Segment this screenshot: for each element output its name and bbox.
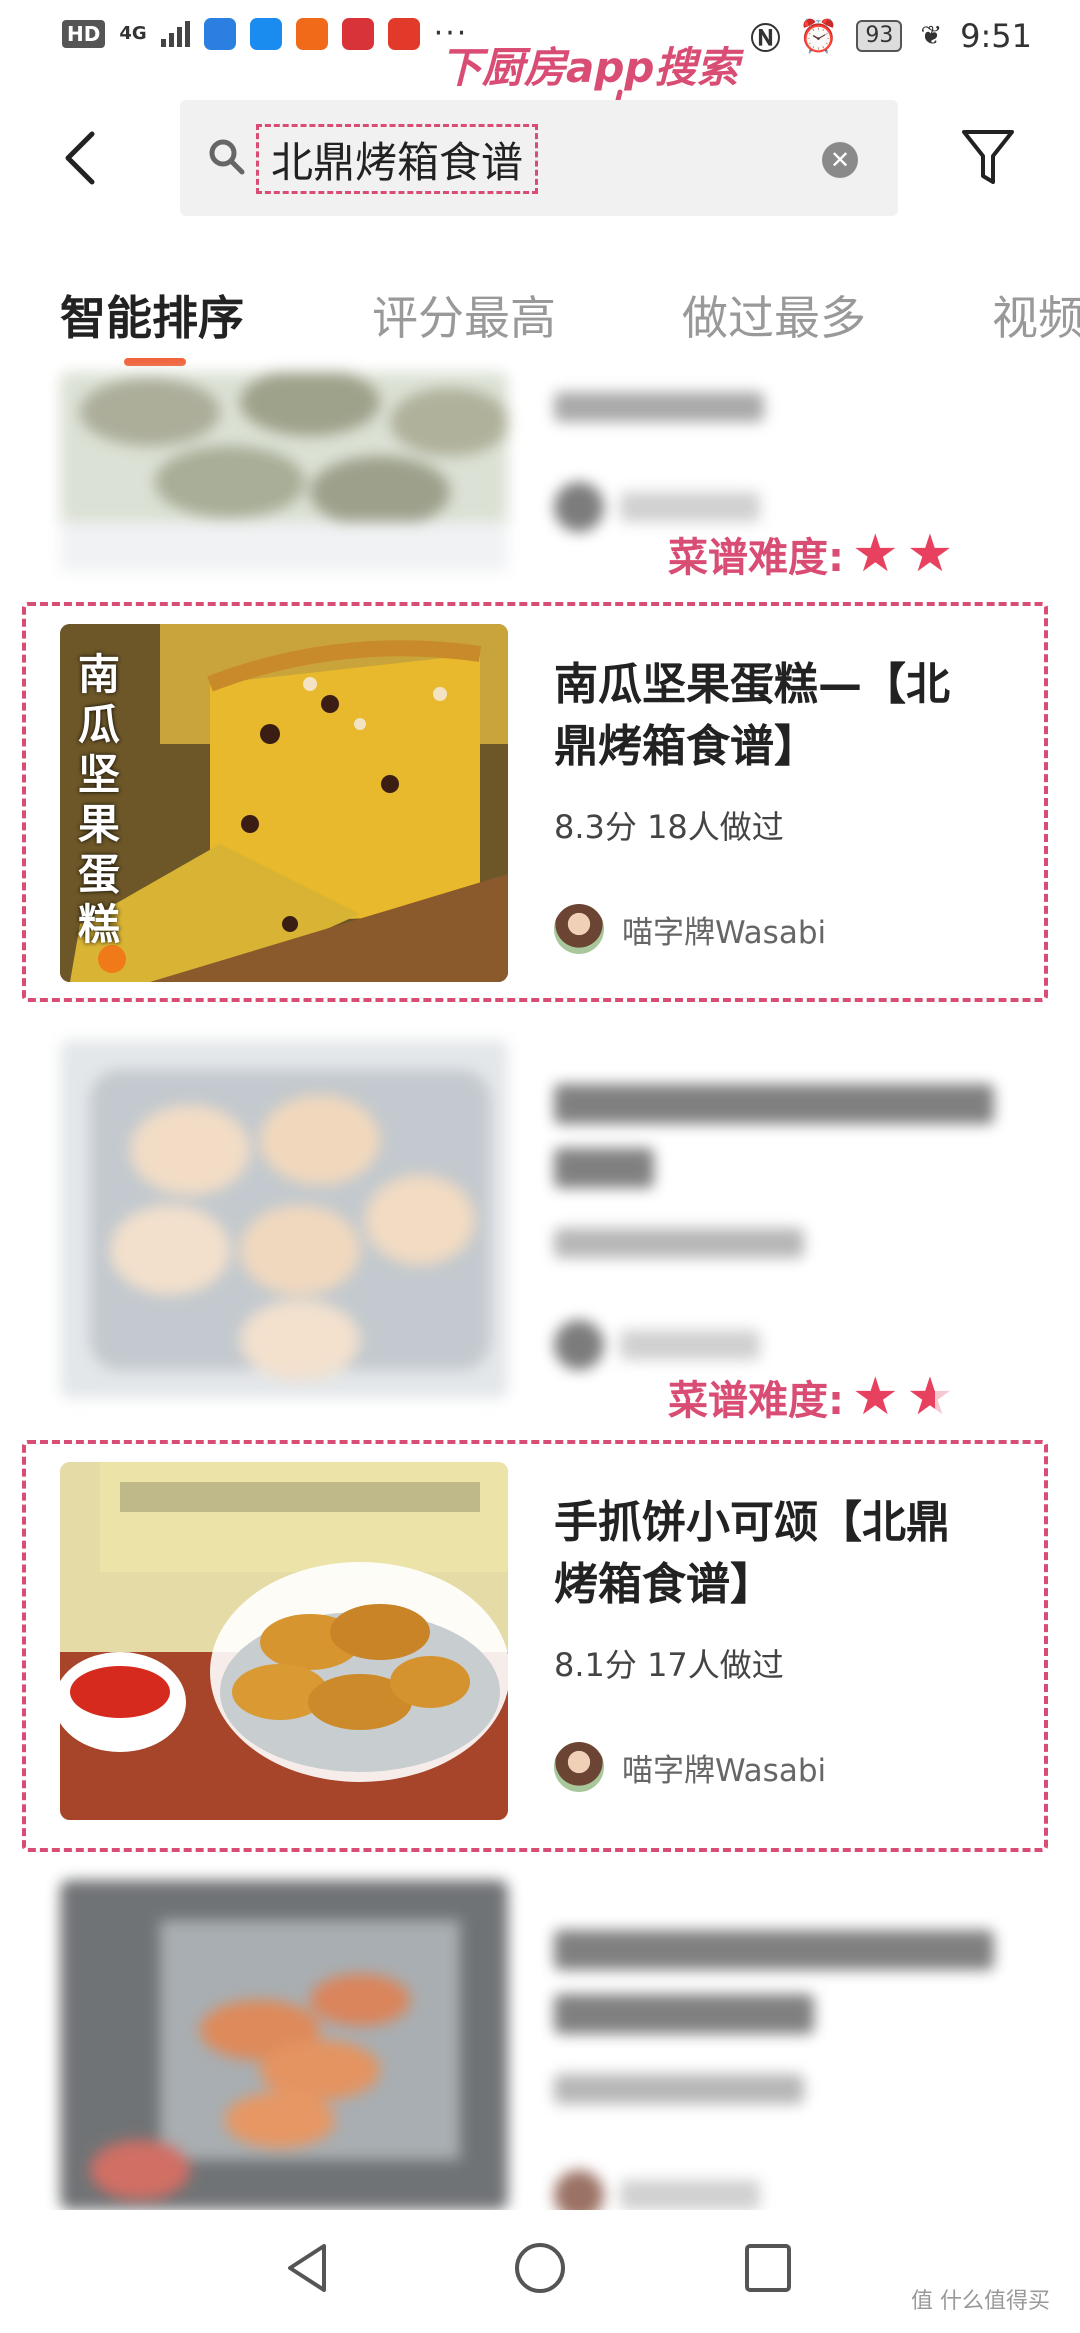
search-icon (209, 139, 245, 175)
recipe-title-line2: 烤箱食谱】 (554, 1559, 774, 1610)
recipe-title-line1: 南瓜坚果蛋糕—【北 (554, 659, 950, 710)
thumbnail-caption: 南瓜坚果蛋糕 (78, 650, 121, 949)
tab-smart-sort[interactable]: 智能排序 (60, 282, 244, 348)
tab-highest-rated[interactable]: 评分最高 (372, 282, 556, 348)
sort-tabs: 智能排序 评分最高 做过最多 视频 (0, 270, 1080, 370)
filter-icon[interactable] (960, 126, 1016, 188)
recipe-meta: 8.1分 17人做过 (554, 1646, 784, 1684)
system-nav-bar: 值 什么值得买 (0, 2210, 1080, 2333)
alarm-icon: ⏰ (798, 17, 839, 55)
star-icon: ★ (852, 524, 899, 584)
app-icon-5 (387, 17, 420, 50)
signal-icon (160, 20, 190, 47)
search-input[interactable]: 北鼎烤箱食谱 (271, 129, 523, 190)
recipe-thumbnail (60, 1462, 508, 1820)
recipe-card-croissant[interactable]: 手抓饼小可颂【北鼎 烤箱食谱】 8.1分 17人做过 喵字牌Wasabi (0, 1462, 1080, 1822)
recipe-author[interactable]: 喵字牌Wasabi (554, 1742, 826, 1792)
search-bar[interactable]: 北鼎烤箱食谱 ✕ (180, 100, 898, 216)
battery-icon: 93 (856, 20, 903, 52)
nfc-icon: Ⓝ (750, 22, 781, 57)
avatar (554, 1742, 604, 1792)
clear-search-icon[interactable]: ✕ (822, 142, 858, 178)
half-star-icon: ★ ★ (906, 1367, 954, 1427)
leaf-icon: ❦ (920, 21, 943, 51)
screen: HD 4G ··· Ⓝ ⏰ 93 ❦ 9:51 下厨房app搜索 北鼎烤箱食谱 … (0, 0, 1080, 2333)
author-name: 喵字牌Wasabi (622, 914, 827, 951)
back-icon[interactable] (58, 128, 104, 188)
app-icon-1 (203, 17, 236, 50)
recipe-meta: 8.3分 18人做过 (554, 808, 784, 846)
list-item[interactable] (0, 1880, 1080, 2220)
difficulty-rating-1: 菜谱难度: ★ ★ (668, 525, 953, 583)
network-label: 4G (119, 23, 147, 44)
difficulty-label: 菜谱难度: (668, 1378, 844, 1424)
tab-most-made[interactable]: 做过最多 (682, 282, 866, 348)
nav-home-icon[interactable] (512, 2240, 568, 2296)
recipe-card-pumpkin-cake[interactable]: 南瓜坚果蛋糕 南瓜坚果蛋糕—【北 鼎烤箱食谱】 8.3分 18人做过 喵字牌Wa… (0, 624, 1080, 984)
difficulty-rating-2: 菜谱难度: ★ ★ ★ (668, 1368, 959, 1426)
recipe-thumbnail (60, 372, 508, 572)
list-item[interactable] (0, 1040, 1080, 1400)
annotation-top: 下厨房app搜索 (440, 43, 739, 92)
app-icon-4 (341, 17, 374, 50)
recipe-title: 南瓜坚果蛋糕—【北 鼎烤箱食谱】 (554, 654, 994, 778)
search-query-highlight: 北鼎烤箱食谱 (256, 124, 539, 194)
recipe-title-line1: 手抓饼小可颂【北鼎 (554, 1497, 950, 1548)
tab-video[interactable]: 视频 (992, 282, 1080, 348)
recipe-author[interactable]: 喵字牌Wasabi (554, 904, 826, 954)
difficulty-label: 菜谱难度: (668, 535, 844, 581)
nav-back-icon[interactable] (282, 2240, 332, 2296)
recipe-thumbnail (60, 1880, 508, 2210)
recipe-thumbnail: 南瓜坚果蛋糕 (60, 624, 508, 982)
recipe-thumbnail (60, 1040, 508, 1398)
avatar (554, 904, 604, 954)
active-tab-indicator (124, 358, 186, 366)
alipay-icon (249, 17, 282, 50)
watermark: 值 什么值得买 (911, 2289, 1050, 2314)
app-icon-3 (295, 17, 328, 50)
star-icon: ★ (852, 1367, 899, 1427)
recipe-title: 手抓饼小可颂【北鼎 烤箱食谱】 (554, 1492, 994, 1616)
hd-badge: HD (62, 19, 106, 48)
nav-recents-icon[interactable] (742, 2240, 794, 2296)
clock: 9:51 (960, 17, 1032, 55)
recipe-title-line2: 鼎烤箱食谱】 (554, 721, 818, 772)
author-name: 喵字牌Wasabi (622, 1752, 827, 1789)
star-icon: ★ (906, 524, 954, 584)
